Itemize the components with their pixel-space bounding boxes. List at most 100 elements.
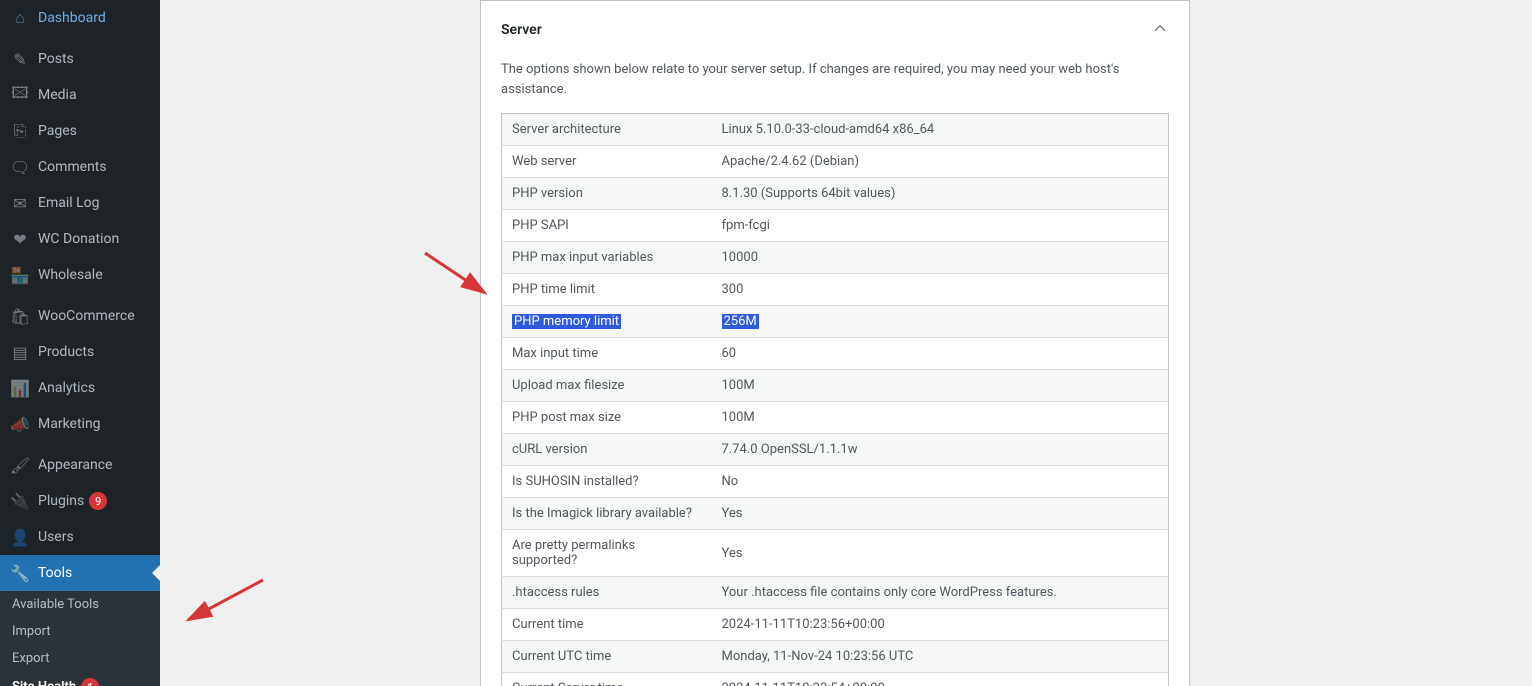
sidebar-item-posts[interactable]: ✎ Posts: [0, 41, 160, 77]
sidebar-item-pages[interactable]: ⎘ Pages: [0, 113, 160, 149]
panel-description: The options shown below relate to your s…: [501, 60, 1169, 99]
sidebar-item-label: Analytics: [38, 380, 95, 396]
sidebar-item-analytics[interactable]: 📊Analytics: [0, 370, 160, 406]
dashboard-icon: ⌂: [10, 8, 30, 28]
row-value: 7.74.0 OpenSSL/1.1.1w: [712, 434, 1169, 466]
sidebar-item-woocommerce[interactable]: 🛍WooCommerce: [0, 298, 160, 334]
media-icon: 🖾: [10, 85, 30, 105]
submenu-item-import[interactable]: Import: [0, 618, 160, 645]
sidebar-item-dashboard[interactable]: ⌂ Dashboard: [0, 0, 160, 36]
heart-icon: ❤: [10, 229, 30, 249]
update-badge: 9: [89, 492, 107, 510]
row-label: Current Server time: [502, 673, 712, 686]
table-row: PHP time limit300: [502, 274, 1169, 306]
sidebar-item-appearance[interactable]: 🖌 Appearance: [0, 447, 160, 483]
sidebar-item-label: Posts: [38, 51, 74, 67]
table-row: PHP SAPIfpm-fcgi: [502, 210, 1169, 242]
row-label: Server architecture: [502, 114, 712, 146]
row-label: PHP SAPI: [502, 210, 712, 242]
sidebar-item-label: Tools: [38, 565, 72, 581]
row-label: PHP max input variables: [502, 242, 712, 274]
sidebar-item-users[interactable]: 👤Users: [0, 519, 160, 555]
table-row: Web serverApache/2.4.62 (Debian): [502, 146, 1169, 178]
sidebar-item-comments[interactable]: 🗨 Comments: [0, 149, 160, 185]
table-row: .htaccess rulesYour .htaccess file conta…: [502, 577, 1169, 609]
sidebar-item-label: Products: [38, 344, 94, 360]
chevron-up-icon: [1151, 19, 1169, 41]
sidebar-item-wc-donation[interactable]: ❤ WC Donation: [0, 221, 160, 257]
row-value: 2024-11-11T10:23:56+00:00: [712, 609, 1169, 641]
sidebar-item-plugins[interactable]: 🔌 Plugins 9: [0, 483, 160, 519]
row-value: Yes: [712, 530, 1169, 577]
tools-submenu: Available ToolsImportExportSite Health1E…: [0, 591, 160, 686]
server-panel: Server The options shown below relate to…: [480, 0, 1190, 686]
table-row: PHP post max size100M: [502, 402, 1169, 434]
submenu-item-label: Available Tools: [12, 597, 99, 612]
sidebar-item-label: Marketing: [38, 416, 101, 432]
sidebar-item-label: Pages: [38, 123, 77, 139]
row-value: 256M: [712, 306, 1169, 338]
email-icon: ✉: [10, 193, 30, 213]
table-row: Is SUHOSIN installed?No: [502, 466, 1169, 498]
empty-right-area: [1350, 0, 1532, 686]
table-row: Are pretty permalinks supported?Yes: [502, 530, 1169, 577]
submenu-item-label: Site Health: [12, 680, 76, 686]
sidebar-item-label: Plugins: [38, 493, 84, 509]
panel-title: Server: [501, 22, 542, 38]
table-row: Is the Imagick library available?Yes: [502, 498, 1169, 530]
table-row: cURL version7.74.0 OpenSSL/1.1.1w: [502, 434, 1169, 466]
table-row: Current UTC timeMonday, 11-Nov-24 10:23:…: [502, 641, 1169, 673]
sidebar-item-media[interactable]: 🖾 Media: [0, 77, 160, 113]
sidebar-item-label: Wholesale: [38, 267, 103, 283]
row-value: 300: [712, 274, 1169, 306]
tools-icon: 🔧: [10, 563, 30, 583]
sidebar-item-label: Dashboard: [38, 10, 106, 26]
row-label: Web server: [502, 146, 712, 178]
row-value: fpm-fcgi: [712, 210, 1169, 242]
appearance-icon: 🖌: [10, 455, 30, 475]
row-label: cURL version: [502, 434, 712, 466]
submenu-item-site-health[interactable]: Site Health 1: [0, 672, 160, 686]
row-label: Is SUHOSIN installed?: [502, 466, 712, 498]
sidebar-item-tools[interactable]: 🔧 Tools: [0, 555, 160, 591]
row-label: .htaccess rules: [502, 577, 712, 609]
sidebar-item-label: Email Log: [38, 195, 100, 211]
pin-icon: ✎: [10, 49, 30, 69]
annotation-arrow-sitehealth: [178, 575, 268, 634]
submenu-item-export[interactable]: Export: [0, 645, 160, 672]
sidebar-item-label: WC Donation: [38, 231, 119, 247]
sidebar-item-products[interactable]: ▤Products: [0, 334, 160, 370]
table-row: Max input time60: [502, 338, 1169, 370]
row-label: Upload max filesize: [502, 370, 712, 402]
submenu-item-label: Export: [12, 651, 50, 666]
sidebar-item-wholesale[interactable]: 🏪Wholesale: [0, 257, 160, 293]
row-value: Monday, 11-Nov-24 10:23:56 UTC: [712, 641, 1169, 673]
server-panel-header[interactable]: Server: [481, 1, 1189, 60]
panel-body: The options shown below relate to your s…: [481, 60, 1189, 686]
submenu-badge: 1: [81, 678, 99, 686]
row-label: Max input time: [502, 338, 712, 370]
row-value: Apache/2.4.62 (Debian): [712, 146, 1169, 178]
sidebar-item-email-log[interactable]: ✉ Email Log: [0, 185, 160, 221]
row-value: Yes: [712, 498, 1169, 530]
content-area: Server The options shown below relate to…: [160, 0, 1532, 686]
admin-sidebar: ⌂ Dashboard ✎ Posts 🖾 Media ⎘ Pages 🗨 Comments ✉ Em…: [0, 0, 160, 686]
sidebar-item-marketing[interactable]: 📣Marketing: [0, 406, 160, 442]
row-label: PHP memory limit: [502, 306, 712, 338]
row-value: 10000: [712, 242, 1169, 274]
sidebar-item-label: Media: [38, 87, 77, 103]
row-value: 100M: [712, 402, 1169, 434]
table-row: PHP memory limit256M: [502, 306, 1169, 338]
submenu-item-available-tools[interactable]: Available Tools: [0, 591, 160, 618]
submenu-item-label: Import: [12, 624, 51, 639]
row-value: 60: [712, 338, 1169, 370]
sidebar-item-label: Comments: [38, 159, 107, 175]
table-row: Current time2024-11-11T10:23:56+00:00: [502, 609, 1169, 641]
pages-icon: ⎘: [10, 121, 30, 141]
sidebar-item-label: Appearance: [38, 457, 112, 473]
plugin-icon: 🔌: [10, 491, 30, 511]
comments-icon: 🗨: [10, 157, 30, 177]
row-label: Current UTC time: [502, 641, 712, 673]
users-icon: 👤: [10, 527, 30, 547]
row-value: Linux 5.10.0-33-cloud-amd64 x86_64: [712, 114, 1169, 146]
